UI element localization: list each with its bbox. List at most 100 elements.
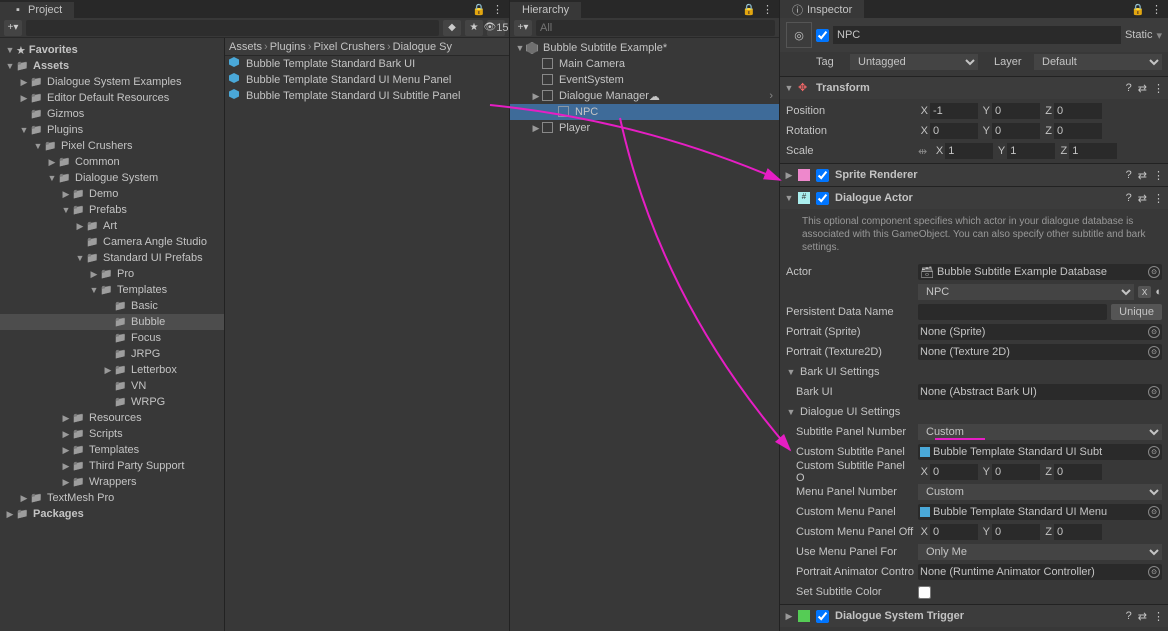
set-subtitle-color-checkbox[interactable] <box>918 586 931 599</box>
project-tree-item[interactable]: WRPG <box>0 394 224 410</box>
add-button[interactable]: +▾ <box>514 20 532 36</box>
sub-offset-z-input[interactable] <box>1054 464 1102 480</box>
layer-dropdown[interactable]: Default <box>1034 54 1162 70</box>
context-menu-icon[interactable]: ⋮ <box>1153 610 1164 623</box>
dialogue-actor-header[interactable]: ▼ # Dialogue Actor ?⇄⋮ <box>780 187 1168 209</box>
hierarchy-search-input[interactable] <box>536 20 775 36</box>
rotation-x-input[interactable] <box>930 123 978 139</box>
project-tree-item[interactable]: ▶Packages <box>0 506 224 522</box>
project-tree-item[interactable]: ▼Dialogue System <box>0 170 224 186</box>
hierarchy-tab[interactable]: Hierarchy <box>510 1 581 18</box>
sub-offset-x-input[interactable] <box>930 464 978 480</box>
lock-icon[interactable]: 🔒 <box>472 3 486 16</box>
breadcrumb-segment[interactable]: Assets <box>229 41 262 53</box>
help-icon[interactable]: ? <box>1126 192 1132 205</box>
tag-dropdown[interactable]: Untagged <box>850 54 978 70</box>
hierarchy-item[interactable]: ▶Player <box>510 120 779 136</box>
hierarchy-item[interactable]: ▶Dialogue Manager ☁› <box>510 88 779 104</box>
static-dropdown-icon[interactable]: ▾ <box>1156 29 1162 42</box>
sub-offset-y-input[interactable] <box>992 464 1040 480</box>
sprite-enabled-checkbox[interactable] <box>816 169 829 182</box>
panel-menu-icon[interactable]: ⋮ <box>492 3 503 16</box>
project-tree-item[interactable]: ▶Third Party Support <box>0 458 224 474</box>
preset-icon[interactable]: ⇄ <box>1138 610 1147 623</box>
lock-icon[interactable]: 🔒 <box>1131 3 1145 16</box>
visibility-icon[interactable]: 👁15 <box>487 20 505 36</box>
breadcrumb[interactable]: Assets › Plugins › Pixel Crushers › Dial… <box>225 38 509 56</box>
rotation-z-input[interactable] <box>1054 123 1102 139</box>
dialogue-actor-enabled-checkbox[interactable] <box>816 192 829 205</box>
project-tree-item[interactable]: ▶Pro <box>0 266 224 282</box>
project-tree-item[interactable]: ▼Standard UI Prefabs <box>0 250 224 266</box>
bark-ui-field[interactable]: None (Abstract Bark UI)⊙ <box>918 384 1162 400</box>
lock-icon[interactable]: 🔒 <box>742 3 756 16</box>
position-z-input[interactable] <box>1054 103 1102 119</box>
subtitle-panel-number-dropdown[interactable]: Custom <box>918 424 1162 440</box>
scale-x-input[interactable] <box>945 143 993 159</box>
project-tree-item[interactable]: ▼Pixel Crushers <box>0 138 224 154</box>
panel-menu-icon[interactable]: ⋮ <box>1151 3 1162 16</box>
unique-button[interactable]: Unique <box>1111 304 1162 320</box>
gameobject-icon[interactable]: ◎ <box>786 22 812 48</box>
preset-icon[interactable]: ⇄ <box>1138 192 1147 205</box>
menu-offset-y-input[interactable] <box>992 524 1040 540</box>
object-picker-icon[interactable]: ⊙ <box>1148 346 1160 358</box>
hierarchy-item[interactable]: NPC <box>510 104 779 120</box>
project-tree-item[interactable]: ▶Editor Default Resources <box>0 90 224 106</box>
breadcrumb-segment[interactable]: Dialogue Sy <box>393 41 452 53</box>
star-icon[interactable]: ★ <box>465 20 483 36</box>
context-menu-icon[interactable]: ⋮ <box>1153 192 1164 205</box>
custom-subtitle-panel-field[interactable]: Bubble Template Standard UI Subt⊙ <box>918 444 1162 460</box>
project-tree-item[interactable]: ▶Art <box>0 218 224 234</box>
project-tree-item[interactable]: ▶Common <box>0 154 224 170</box>
object-picker-icon[interactable]: ⊙ <box>1148 566 1160 578</box>
rotation-y-input[interactable] <box>992 123 1040 139</box>
project-tree-item[interactable]: Camera Angle Studio <box>0 234 224 250</box>
preset-icon[interactable]: ⇄ <box>1138 82 1147 95</box>
use-menu-for-dropdown[interactable]: Only Me <box>918 544 1162 560</box>
object-picker-icon[interactable]: ⊙ <box>1148 266 1160 278</box>
help-icon[interactable]: ? <box>1126 610 1132 623</box>
inspector-tab[interactable]: ⓘ Inspector <box>780 0 864 20</box>
asset-item[interactable]: Bubble Template Standard Bark UI <box>225 56 509 72</box>
scale-y-input[interactable] <box>1007 143 1055 159</box>
sprite-renderer-header[interactable]: ▶ Sprite Renderer ?⇄⋮ <box>780 164 1168 186</box>
toggle-icon[interactable]: ◐ <box>1155 286 1162 298</box>
link-icon[interactable]: ⇹ <box>918 145 927 158</box>
transform-header[interactable]: ▼ ✥ Transform ?⇄⋮ <box>780 77 1168 99</box>
foldout-icon[interactable]: ▼ <box>786 407 796 417</box>
project-tree-item[interactable]: ▶Letterbox <box>0 362 224 378</box>
open-prefab-icon[interactable]: › <box>769 90 779 102</box>
project-tree-item[interactable]: JRPG <box>0 346 224 362</box>
project-tree-item[interactable]: ▶TextMesh Pro <box>0 490 224 506</box>
context-menu-icon[interactable]: ⋮ <box>1153 82 1164 95</box>
project-tree-item[interactable]: ▶Dialogue System Examples <box>0 74 224 90</box>
actor-db-field[interactable]: 🗃Bubble Subtitle Example Database⊙ <box>918 264 1162 280</box>
project-tree-item[interactable]: ▼Assets <box>0 58 224 74</box>
project-search-input[interactable] <box>26 20 439 36</box>
object-picker-icon[interactable]: ⊙ <box>1148 446 1160 458</box>
project-tree-item[interactable]: Basic <box>0 298 224 314</box>
project-tree-item[interactable]: Focus <box>0 330 224 346</box>
context-menu-icon[interactable]: ⋮ <box>1153 169 1164 182</box>
position-y-input[interactable] <box>992 103 1040 119</box>
project-tab[interactable]: ▪ Project <box>0 1 74 18</box>
object-picker-icon[interactable]: ⊙ <box>1148 386 1160 398</box>
project-tree-item[interactable]: ▶Resources <box>0 410 224 426</box>
preset-icon[interactable]: ⇄ <box>1138 169 1147 182</box>
help-icon[interactable]: ? <box>1126 82 1132 95</box>
hierarchy-item[interactable]: Main Camera <box>510 56 779 72</box>
project-tree-item[interactable]: ▼Prefabs <box>0 202 224 218</box>
favorites-header[interactable]: ▼ ★ Favorites <box>0 42 224 58</box>
panel-menu-icon[interactable]: ⋮ <box>762 3 773 16</box>
project-tree-item[interactable]: ▶Scripts <box>0 426 224 442</box>
portrait-tex-field[interactable]: None (Texture 2D)⊙ <box>918 344 1162 360</box>
persistent-input[interactable] <box>918 304 1107 320</box>
project-tree-item[interactable]: ▶Wrappers <box>0 474 224 490</box>
object-picker-icon[interactable]: ⊙ <box>1148 326 1160 338</box>
hierarchy-item[interactable]: EventSystem <box>510 72 779 88</box>
object-name-input[interactable] <box>833 26 1121 44</box>
asset-item[interactable]: Bubble Template Standard UI Subtitle Pan… <box>225 88 509 104</box>
project-tree-item[interactable]: ▶Templates <box>0 442 224 458</box>
position-x-input[interactable] <box>930 103 978 119</box>
